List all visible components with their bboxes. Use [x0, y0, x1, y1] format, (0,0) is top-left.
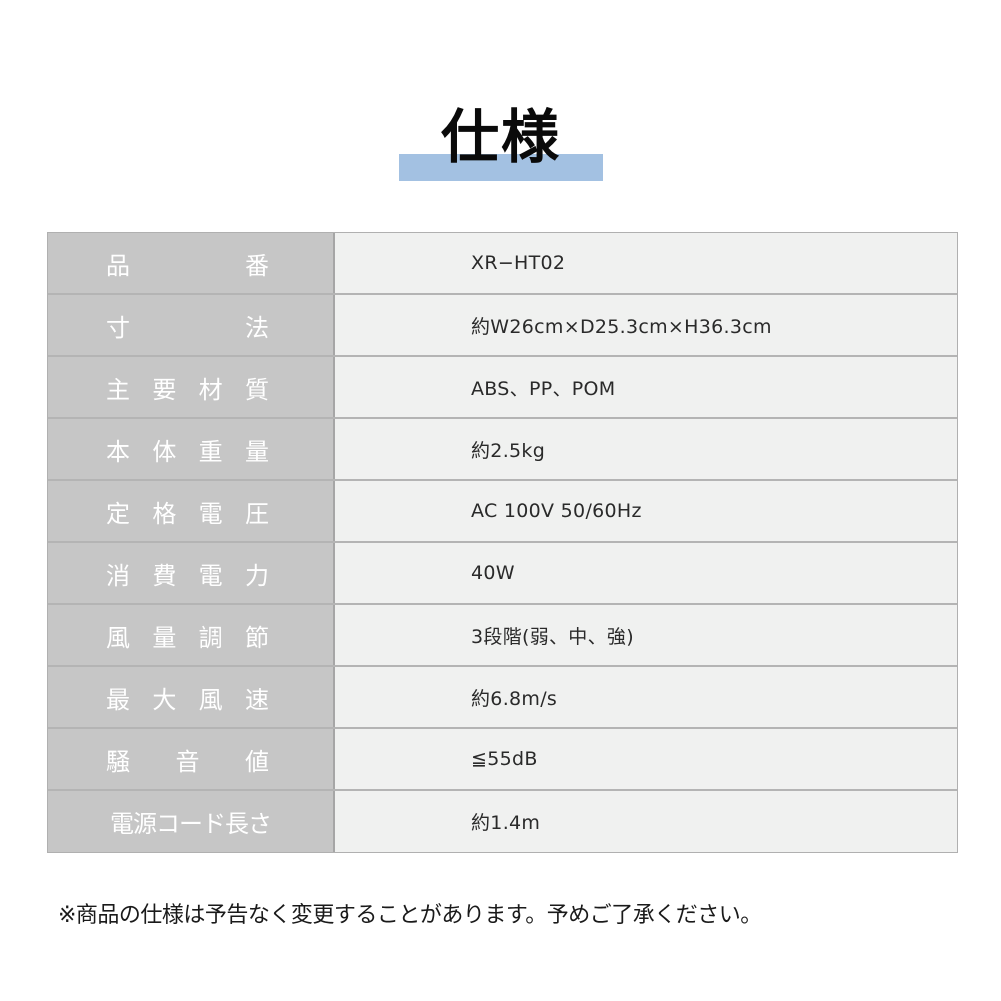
spec-label: 最大風速 — [48, 667, 335, 727]
spec-value: 3段階(弱、中、強) — [335, 605, 957, 665]
spec-label: 消費電力 — [48, 543, 335, 603]
spec-label-char: 本 — [106, 437, 130, 466]
spec-value: 約1.4m — [335, 791, 957, 852]
spec-label-char: 風 — [106, 623, 130, 652]
spec-label-char: 音 — [175, 747, 200, 776]
spec-label-char: 値 — [245, 747, 269, 776]
spec-label-char: 質 — [244, 375, 269, 404]
spec-label: 定格電圧 — [48, 481, 335, 541]
spec-row: 最大風速約6.8m/s — [48, 667, 957, 729]
spec-label: 主要材質 — [48, 357, 335, 417]
spec-row: 品番 XR−HT02 — [48, 233, 957, 295]
spec-label-char: 節 — [244, 623, 269, 652]
spec-label-char: 量 — [244, 437, 269, 466]
spec-label-char: 品 — [106, 251, 130, 280]
spec-label: 品番 — [48, 233, 335, 293]
spec-row: 騒 音 値 ≦55dB — [48, 729, 957, 791]
spec-value: 約6.8m/s — [335, 667, 957, 727]
spec-row: 本体重量約2.5kg — [48, 419, 957, 481]
spec-label-char: 電 — [198, 499, 223, 528]
page-title: 仕様 — [440, 103, 561, 171]
spec-row: 主要材質 ABS、PP、POM — [48, 357, 957, 419]
spec-value: 約2.5kg — [335, 419, 957, 479]
page-title-block: 仕様 — [399, 100, 603, 182]
spec-label-char: 重 — [198, 437, 223, 466]
spec-value: ABS、PP、POM — [335, 357, 957, 417]
spec-value: 40W — [335, 543, 957, 603]
spec-label-char: 番 — [245, 251, 269, 280]
spec-label-text: 電源コード長さ — [110, 810, 272, 838]
spec-row: 定格電圧 AC 100V 50/60Hz — [48, 481, 957, 543]
spec-label-char: 材 — [198, 375, 223, 404]
spec-label-char: 定 — [106, 499, 130, 528]
spec-label: 騒音値 — [48, 729, 335, 789]
spec-label-char: 風 — [198, 685, 223, 714]
spec-label-char: 法 — [245, 313, 269, 342]
spec-label-char: 圧 — [244, 499, 269, 528]
spec-row: 消費電力 40W — [48, 543, 957, 605]
spec-label-char: 騒 — [106, 747, 130, 776]
spec-label-char: 主 — [106, 375, 130, 404]
spec-label-char: 最 — [106, 685, 130, 714]
spec-label-char: 体 — [152, 437, 177, 466]
spec-row: 寸法約W26cm×D25.3cm×H36.3cm — [48, 295, 957, 357]
spec-label-char: 力 — [244, 561, 269, 590]
spec-row: 風量調節 3段階(弱、中、強) — [48, 605, 957, 667]
spec-label: 風量調節 — [48, 605, 335, 665]
spec-label-char: 要 — [152, 375, 177, 404]
spec-label-char: 量 — [152, 623, 177, 652]
spec-label-char: 速 — [244, 685, 269, 714]
spec-label-char: 電 — [198, 561, 223, 590]
spec-label-char: 格 — [152, 499, 177, 528]
spec-label-char: 寸 — [106, 313, 130, 342]
spec-label-char: 調 — [198, 623, 223, 652]
spec-value: ≦55dB — [335, 729, 957, 789]
spec-label-char: 費 — [152, 561, 177, 590]
spec-table: 品番 XR−HT02 寸法約W26cm×D25.3cm×H36.3cm 主要材質 ABS… — [47, 232, 958, 853]
spec-value: XR−HT02 — [335, 233, 957, 293]
disclaimer-note: ※商品の仕様は予告なく変更することがあります。予めご了承ください。 — [58, 903, 762, 928]
spec-value: 約W26cm×D25.3cm×H36.3cm — [335, 295, 957, 355]
spec-label: 本体重量 — [48, 419, 335, 479]
spec-label: 寸法 — [48, 295, 335, 355]
spec-label-char: 大 — [152, 685, 177, 714]
spec-label: 電源コード長さ — [48, 791, 335, 852]
spec-row: 電源コード長さ 約1.4m — [48, 791, 957, 852]
spec-value: AC 100V 50/60Hz — [335, 481, 957, 541]
spec-label-char: 消 — [106, 561, 130, 590]
